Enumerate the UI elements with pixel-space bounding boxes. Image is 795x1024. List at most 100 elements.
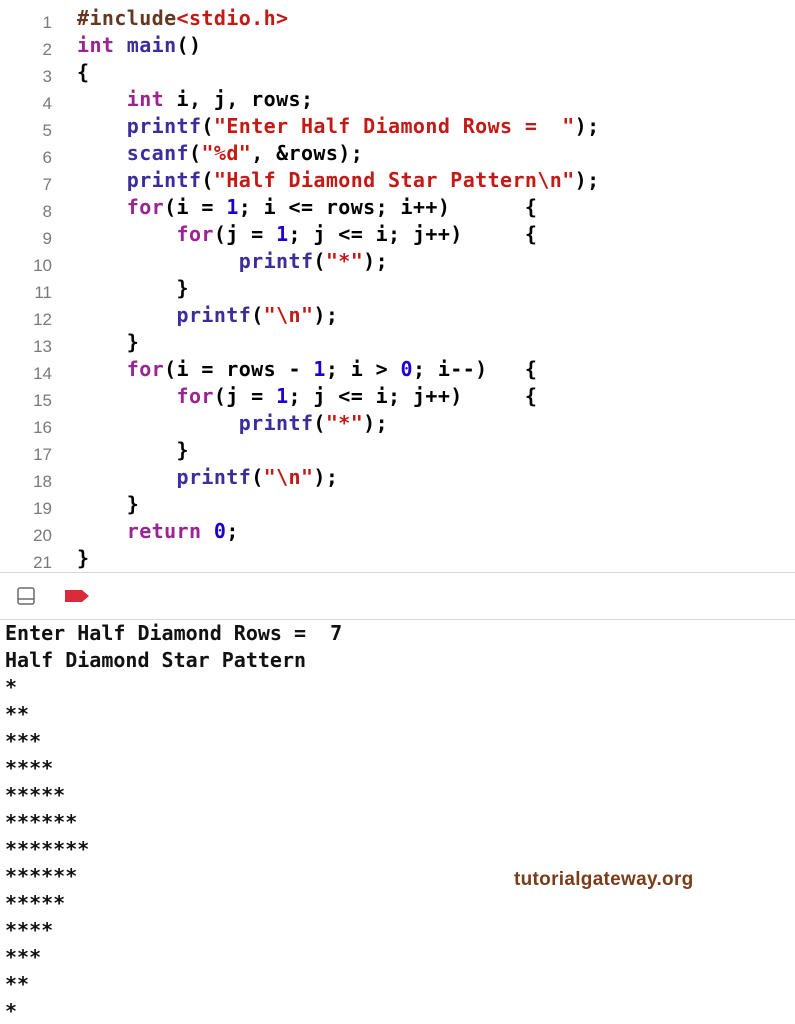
- code-line[interactable]: 9 for(j = 1; j <= i; j++) {: [0, 221, 795, 248]
- code-line[interactable]: 13 }: [0, 329, 795, 356]
- code-token-plain: i, j, rows;: [164, 87, 314, 111]
- code-token-plain: }: [77, 276, 189, 300]
- code-token-string: "*": [325, 249, 364, 273]
- code-text[interactable]: for(j = 1; j <= i; j++) {: [77, 222, 537, 246]
- code-text[interactable]: }: [77, 330, 139, 354]
- code-line[interactable]: 11 }: [0, 275, 795, 302]
- code-line[interactable]: 19 }: [0, 491, 795, 518]
- code-line[interactable]: 1 #include<stdio.h>: [0, 5, 795, 32]
- code-token-number: 0: [213, 519, 227, 543]
- code-token-func: printf: [176, 303, 252, 327]
- code-token-keyword: for: [126, 195, 165, 219]
- breakpoint-icon[interactable]: [64, 589, 90, 603]
- line-number: 13: [33, 337, 52, 356]
- code-text[interactable]: }: [77, 546, 89, 570]
- code-text[interactable]: printf("\n");: [77, 303, 338, 327]
- line-number: 3: [42, 67, 52, 86]
- code-token-number: 1: [276, 222, 289, 246]
- code-token-number: 0: [400, 357, 413, 381]
- code-token-plain: (: [188, 141, 202, 165]
- code-text[interactable]: for(i = 1; i <= rows; i++) {: [77, 195, 537, 219]
- console-line: *******: [5, 837, 90, 861]
- code-token-plain: (: [201, 114, 214, 138]
- line-number: 12: [33, 310, 52, 329]
- code-line[interactable]: 20 return 0;: [0, 518, 795, 545]
- code-line[interactable]: 2 int main(): [0, 32, 795, 59]
- code-text[interactable]: return 0;: [77, 519, 239, 543]
- console-line: ******: [5, 810, 78, 834]
- code-line[interactable]: 21}: [0, 545, 795, 572]
- code-token-number: 1: [313, 357, 326, 381]
- code-text[interactable]: }: [77, 438, 189, 462]
- code-token-plain: );: [574, 168, 600, 192]
- code-line[interactable]: 12 printf("\n");: [0, 302, 795, 329]
- code-line[interactable]: 6 scanf("%d", &rows);: [0, 140, 795, 167]
- code-line[interactable]: 15 for(j = 1; j <= i; j++) {: [0, 383, 795, 410]
- code-line[interactable]: 4 int i, j, rows;: [0, 86, 795, 113]
- line-number: 19: [33, 499, 52, 518]
- code-line[interactable]: 7 printf("Half Diamond Star Pattern\n");: [0, 167, 795, 194]
- code-token-plain: );: [313, 465, 339, 489]
- line-number: 14: [33, 364, 52, 383]
- code-token-func: printf: [238, 249, 314, 273]
- code-token-plain: ; j <= i; j++) {: [288, 384, 538, 408]
- code-text[interactable]: printf("*");: [77, 249, 388, 273]
- code-token-keyword: int: [77, 33, 115, 57]
- code-token-keyword: int: [126, 87, 165, 111]
- line-number: 10: [33, 256, 52, 275]
- code-line[interactable]: 3{: [0, 59, 795, 86]
- code-line[interactable]: 10 printf("*");: [0, 248, 795, 275]
- code-line[interactable]: 16 printf("*");: [0, 410, 795, 437]
- code-token-string: "\n": [263, 465, 314, 489]
- line-number: 9: [42, 229, 52, 248]
- code-text[interactable]: printf("Enter Half Diamond Rows = ");: [77, 114, 600, 138]
- code-text[interactable]: scanf("%d", &rows);: [77, 141, 363, 165]
- code-text[interactable]: printf("\n");: [77, 465, 338, 489]
- code-token-func: scanf: [126, 141, 189, 165]
- console-line: Half Diamond Star Pattern: [5, 648, 307, 672]
- code-editor[interactable]: 1 #include<stdio.h> 2 int main() 3{4 int i, …: [0, 0, 795, 572]
- code-text[interactable]: printf("Half Diamond Star Pattern\n");: [77, 168, 600, 192]
- code-text[interactable]: int i, j, rows;: [77, 87, 313, 111]
- code-token-func: printf: [238, 411, 314, 435]
- code-token-plain: {: [77, 60, 90, 84]
- code-line[interactable]: 5 printf("Enter Half Diamond Rows = ");: [0, 113, 795, 140]
- code-text[interactable]: for(j = 1; j <= i; j++) {: [77, 384, 537, 408]
- code-text[interactable]: for(i = rows - 1; i > 0; i--) {: [77, 357, 537, 381]
- code-text[interactable]: printf("*");: [77, 411, 388, 435]
- code-token-plain: }: [77, 546, 90, 570]
- console-line: *: [5, 675, 18, 699]
- panel-toggle-icon[interactable]: [17, 587, 35, 605]
- code-text[interactable]: int main(): [77, 33, 201, 57]
- console-output[interactable]: Enter Half Diamond Rows = 7 Half Diamond …: [0, 620, 795, 1024]
- line-number: 5: [42, 121, 52, 140]
- code-token-plain: (: [251, 465, 264, 489]
- code-line[interactable]: 17 }: [0, 437, 795, 464]
- code-token-string: "Half Diamond Star Pattern\n": [213, 168, 575, 192]
- code-token-keyword: for: [126, 357, 165, 381]
- console-line: Enter Half Diamond Rows = 7: [5, 621, 343, 645]
- code-token-plain: );: [363, 411, 389, 435]
- code-line[interactable]: 18 printf("\n");: [0, 464, 795, 491]
- code-text[interactable]: #include<stdio.h>: [77, 6, 289, 30]
- code-line[interactable]: 8 for(i = 1; i <= rows; i++) {: [0, 194, 795, 221]
- code-token-plain: (j =: [213, 384, 277, 408]
- code-line[interactable]: 14 for(i = rows - 1; i > 0; i--) {: [0, 356, 795, 383]
- code-text[interactable]: }: [77, 276, 189, 300]
- code-token-preproc: #include: [77, 6, 177, 30]
- code-text[interactable]: {: [77, 60, 89, 84]
- code-token-plain: ; i--) {: [412, 357, 538, 381]
- code-token-plain: );: [313, 303, 339, 327]
- code-token-plain: ;: [226, 519, 239, 543]
- code-token-plain: (i =: [164, 195, 227, 219]
- code-token-plain: }: [77, 330, 140, 354]
- code-token-keyword: return: [126, 519, 202, 543]
- code-token-number: 1: [226, 195, 239, 219]
- code-text[interactable]: }: [77, 492, 139, 516]
